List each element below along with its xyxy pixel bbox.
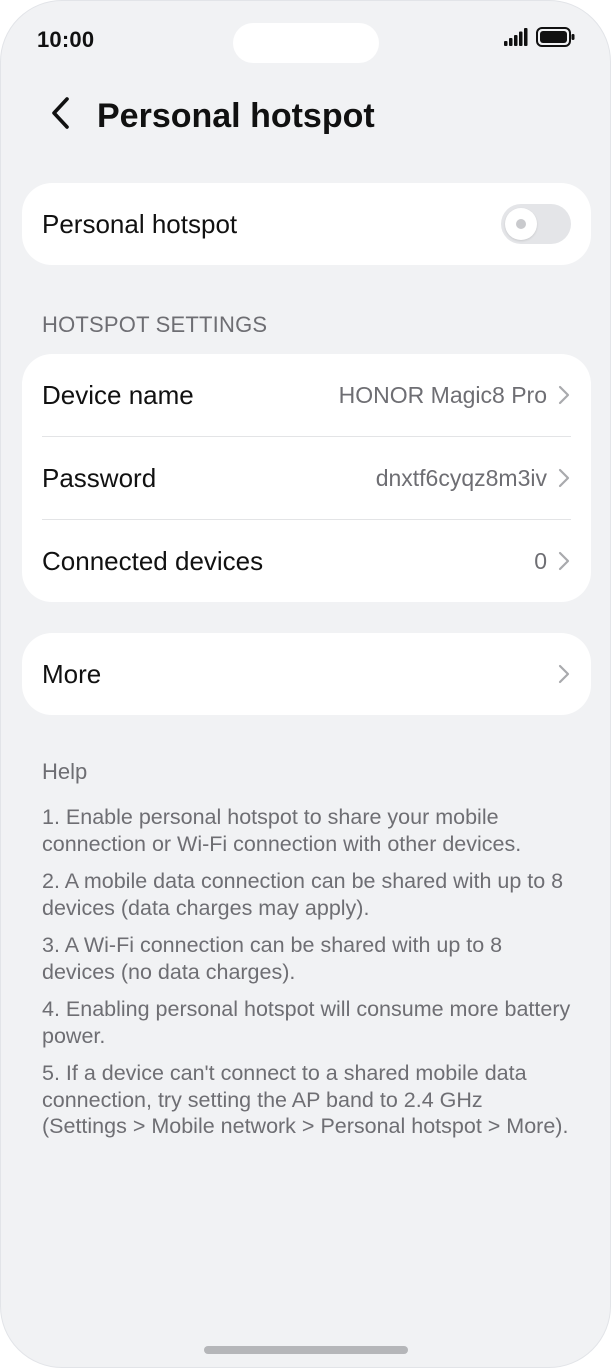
- connected-devices-label: Connected devices: [42, 545, 264, 576]
- dynamic-island: [233, 23, 379, 63]
- chevron-right-icon: [557, 663, 571, 685]
- battery-icon: [536, 27, 576, 52]
- chevron-right-icon: [557, 550, 571, 572]
- device-name-value: HONOR Magic8 Pro: [338, 381, 547, 408]
- more-card: More: [22, 633, 591, 715]
- help-item: 4. Enabling personal hotspot will consum…: [42, 997, 571, 1048]
- more-label: More: [42, 658, 102, 689]
- device-name-row[interactable]: Device name HONOR Magic8 Pro: [22, 354, 591, 436]
- hotspot-toggle-label: Personal hotspot: [42, 208, 238, 239]
- hotspot-toggle-row[interactable]: Personal hotspot: [22, 183, 591, 265]
- help-item: 3. A Wi-Fi connection can be shared with…: [42, 933, 503, 984]
- hotspot-settings-card: Device name HONOR Magic8 Pro Password dn…: [22, 354, 591, 602]
- help-item: 2. A mobile data connection can be share…: [42, 869, 564, 920]
- connected-devices-row[interactable]: Connected devices 0: [22, 520, 591, 602]
- chevron-right-icon: [557, 384, 571, 406]
- hotspot-toggle-switch[interactable]: [501, 204, 571, 244]
- status-time: 10:00: [37, 27, 95, 52]
- password-value: dnxtf6cyqz8m3iv: [375, 464, 547, 491]
- phone-screen: 10:00 Personal hotspot Personal hotspot …: [0, 0, 611, 1368]
- help-list: 1. Enable personal hotspot to share your…: [42, 804, 572, 1151]
- hotspot-settings-header: HOTSPOT SETTINGS: [42, 312, 268, 337]
- chevron-right-icon: [557, 467, 571, 489]
- help-item: 1. Enable personal hotspot to share your…: [42, 805, 522, 856]
- home-indicator[interactable]: [204, 1346, 408, 1354]
- more-row[interactable]: More: [22, 633, 591, 715]
- chevron-left-icon: [50, 96, 72, 135]
- toggle-knob: [505, 208, 537, 240]
- back-button[interactable]: [39, 93, 83, 137]
- help-title: Help: [42, 759, 88, 784]
- signal-icon: [504, 28, 528, 51]
- status-icons: [504, 27, 576, 52]
- page-title: Personal hotspot: [97, 97, 375, 135]
- password-row[interactable]: Password dnxtf6cyqz8m3iv: [22, 437, 591, 519]
- connected-devices-value: 0: [534, 547, 547, 574]
- help-item: 5. If a device can't connect to a shared…: [42, 1061, 569, 1138]
- hotspot-toggle-card: Personal hotspot: [22, 183, 591, 265]
- password-label: Password: [42, 462, 157, 493]
- device-name-label: Device name: [42, 379, 194, 410]
